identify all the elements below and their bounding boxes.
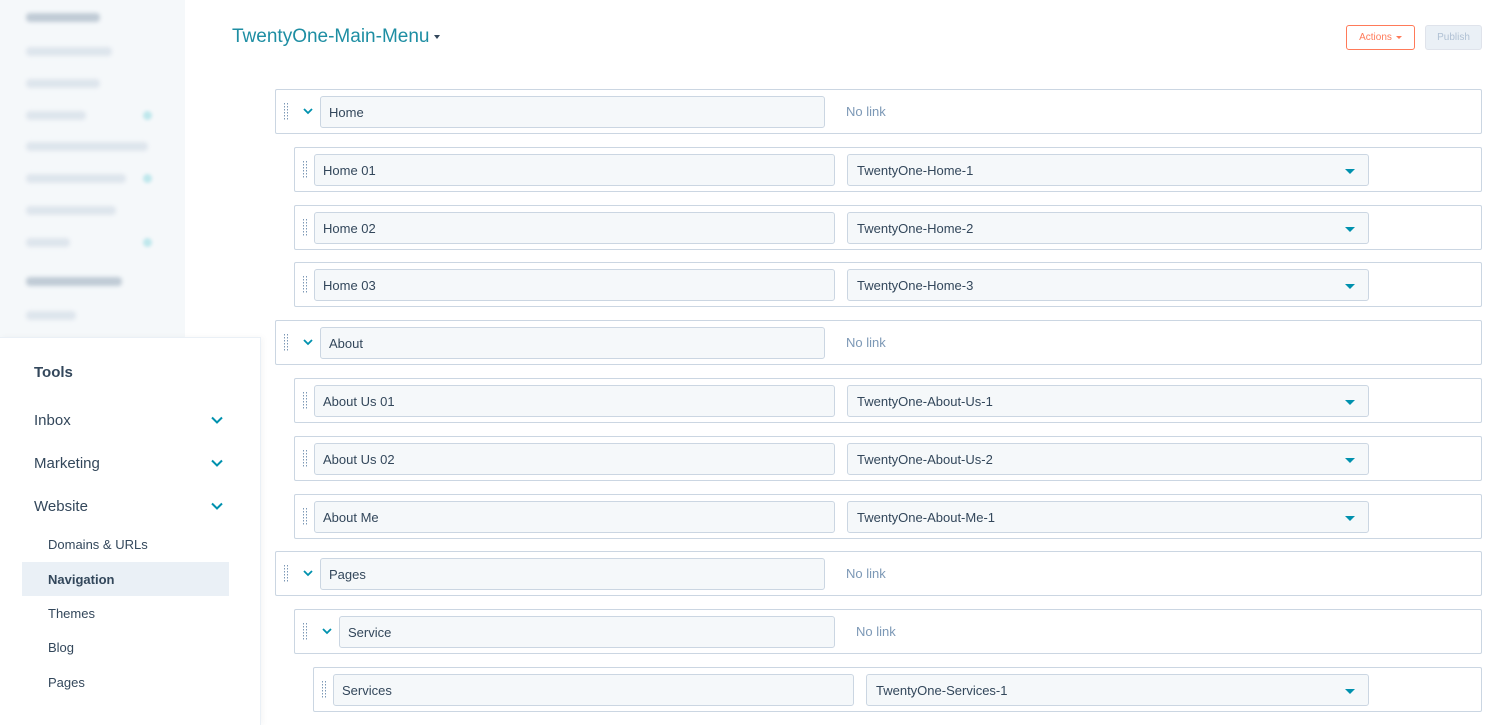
drag-handle-icon[interactable] [284,103,288,121]
menu-item-row[interactable]: About Us 01 TwentyOne-About-Us-1 [294,378,1482,423]
blurred-item [26,47,112,56]
caret-down-icon [1345,169,1355,174]
drag-handle-icon[interactable] [303,161,307,179]
link-select-value: TwentyOne-Home-3 [857,277,974,293]
actions-button[interactable]: Actions [1346,25,1415,50]
link-select-value: TwentyOne-About-Us-1 [857,393,993,409]
blurred-item [26,174,126,183]
chevron-down-icon [211,459,223,467]
blurred-item [26,111,86,120]
tools-title: Tools [34,364,73,381]
caret-down-icon [1345,227,1355,232]
chevron-down-icon [211,502,223,510]
no-link-text: No link [846,104,886,119]
menu-item-link-select[interactable]: TwentyOne-Home-1 [847,154,1369,186]
menu-item-label-input[interactable]: About [320,327,825,359]
caret-down-icon [1345,458,1355,463]
menu-item-label-input[interactable]: Home 02 [314,212,835,244]
drag-handle-icon[interactable] [303,508,307,526]
drag-handle-icon[interactable] [284,334,288,352]
tools-section-marketing[interactable]: Marketing [34,451,224,475]
blurred-badge [143,111,152,120]
tools-section-website[interactable]: Website [34,494,224,518]
menu-item-row[interactable]: Home No link [275,89,1482,134]
chevron-down-icon[interactable] [320,624,334,638]
drag-handle-icon[interactable] [303,276,307,294]
caret-down-icon [1345,400,1355,405]
blurred-item [26,311,76,320]
blurred-heading [26,277,122,286]
website-item-domains[interactable]: Domains & URLs [22,527,229,561]
blurred-badge [143,174,152,183]
actions-label: Actions [1359,32,1392,43]
drag-handle-icon[interactable] [303,623,307,641]
website-item-themes[interactable]: Themes [22,596,229,630]
menu-item-row[interactable]: Home 01 TwentyOne-Home-1 [294,147,1482,192]
publish-label: Publish [1437,32,1470,43]
menu-item-link-select[interactable]: TwentyOne-Services-1 [866,674,1369,706]
menu-item-label-input[interactable]: Services [333,674,854,706]
section-label: Website [34,497,88,515]
link-select-value: TwentyOne-Home-2 [857,220,974,236]
no-link-text: No link [846,566,886,581]
menu-item-label-input[interactable]: Home 01 [314,154,835,186]
menu-title: TwentyOne-Main-Menu [232,26,430,47]
menu-item-link-select[interactable]: TwentyOne-About-Us-2 [847,443,1369,475]
menu-item-row[interactable]: About No link [275,320,1482,365]
menu-item-row[interactable]: Pages No link [275,551,1482,596]
caret-down-icon [1345,689,1355,694]
blurred-item [26,238,70,247]
menu-item-label-input[interactable]: About Us 01 [314,385,835,417]
menu-item-row[interactable]: About Us 02 TwentyOne-About-Us-2 [294,436,1482,481]
menu-item-link-select[interactable]: TwentyOne-Home-3 [847,269,1369,301]
link-select-value: TwentyOne-Home-1 [857,162,974,178]
caret-down-icon [1345,284,1355,289]
link-select-value: TwentyOne-Services-1 [876,682,1008,698]
tools-section-inbox[interactable]: Inbox [34,408,224,432]
blurred-item [26,79,100,88]
website-item-navigation[interactable]: Navigation [22,562,229,596]
no-link-text: No link [856,624,896,639]
drag-handle-icon[interactable] [284,565,288,583]
link-select-value: TwentyOne-About-Me-1 [857,509,996,525]
blurred-item [26,206,116,215]
publish-button[interactable]: Publish [1425,25,1482,50]
chevron-down-icon [211,416,223,424]
drag-handle-icon[interactable] [322,681,326,699]
caret-down-icon [1345,516,1355,521]
section-label: Marketing [34,454,100,472]
menu-item-label-input[interactable]: Service [339,616,835,648]
menu-item-link-select[interactable]: TwentyOne-Home-2 [847,212,1369,244]
menu-item-row[interactable]: Service No link [294,609,1482,654]
blurred-heading [26,13,100,22]
chevron-down-icon[interactable] [301,104,315,118]
link-select-value: TwentyOne-About-Us-2 [857,451,993,467]
website-item-blog[interactable]: Blog [22,630,229,664]
menu-item-label-input[interactable]: About Us 02 [314,443,835,475]
menu-item-row[interactable]: Services TwentyOne-Services-1 [313,667,1482,712]
website-item-pages[interactable]: Pages [22,665,229,699]
menu-item-link-select[interactable]: TwentyOne-About-Us-1 [847,385,1369,417]
section-label: Inbox [34,411,71,429]
chevron-down-icon[interactable] [301,335,315,349]
drag-handle-icon[interactable] [303,219,307,237]
menu-item-row[interactable]: Home 02 TwentyOne-Home-2 [294,205,1482,250]
menu-item-row[interactable]: Home 03 TwentyOne-Home-3 [294,262,1482,307]
caret-down-icon [1395,36,1402,39]
menu-item-row[interactable]: About Me TwentyOne-About-Me-1 [294,494,1482,539]
caret-down-icon [434,35,441,39]
tools-panel: Tools Inbox Marketing Website Domains & … [0,337,261,725]
drag-handle-icon[interactable] [303,392,307,410]
menu-selector[interactable]: TwentyOne-Main-Menu [232,26,441,48]
blurred-item [26,142,148,151]
menu-item-label-input[interactable]: Home 03 [314,269,835,301]
no-link-text: No link [846,335,886,350]
menu-item-label-input[interactable]: About Me [314,501,835,533]
drag-handle-icon[interactable] [303,450,307,468]
menu-item-label-input[interactable]: Home [320,96,825,128]
blurred-badge [143,238,152,247]
menu-item-label-input[interactable]: Pages [320,558,825,590]
chevron-down-icon[interactable] [301,566,315,580]
menu-item-link-select[interactable]: TwentyOne-About-Me-1 [847,501,1369,533]
